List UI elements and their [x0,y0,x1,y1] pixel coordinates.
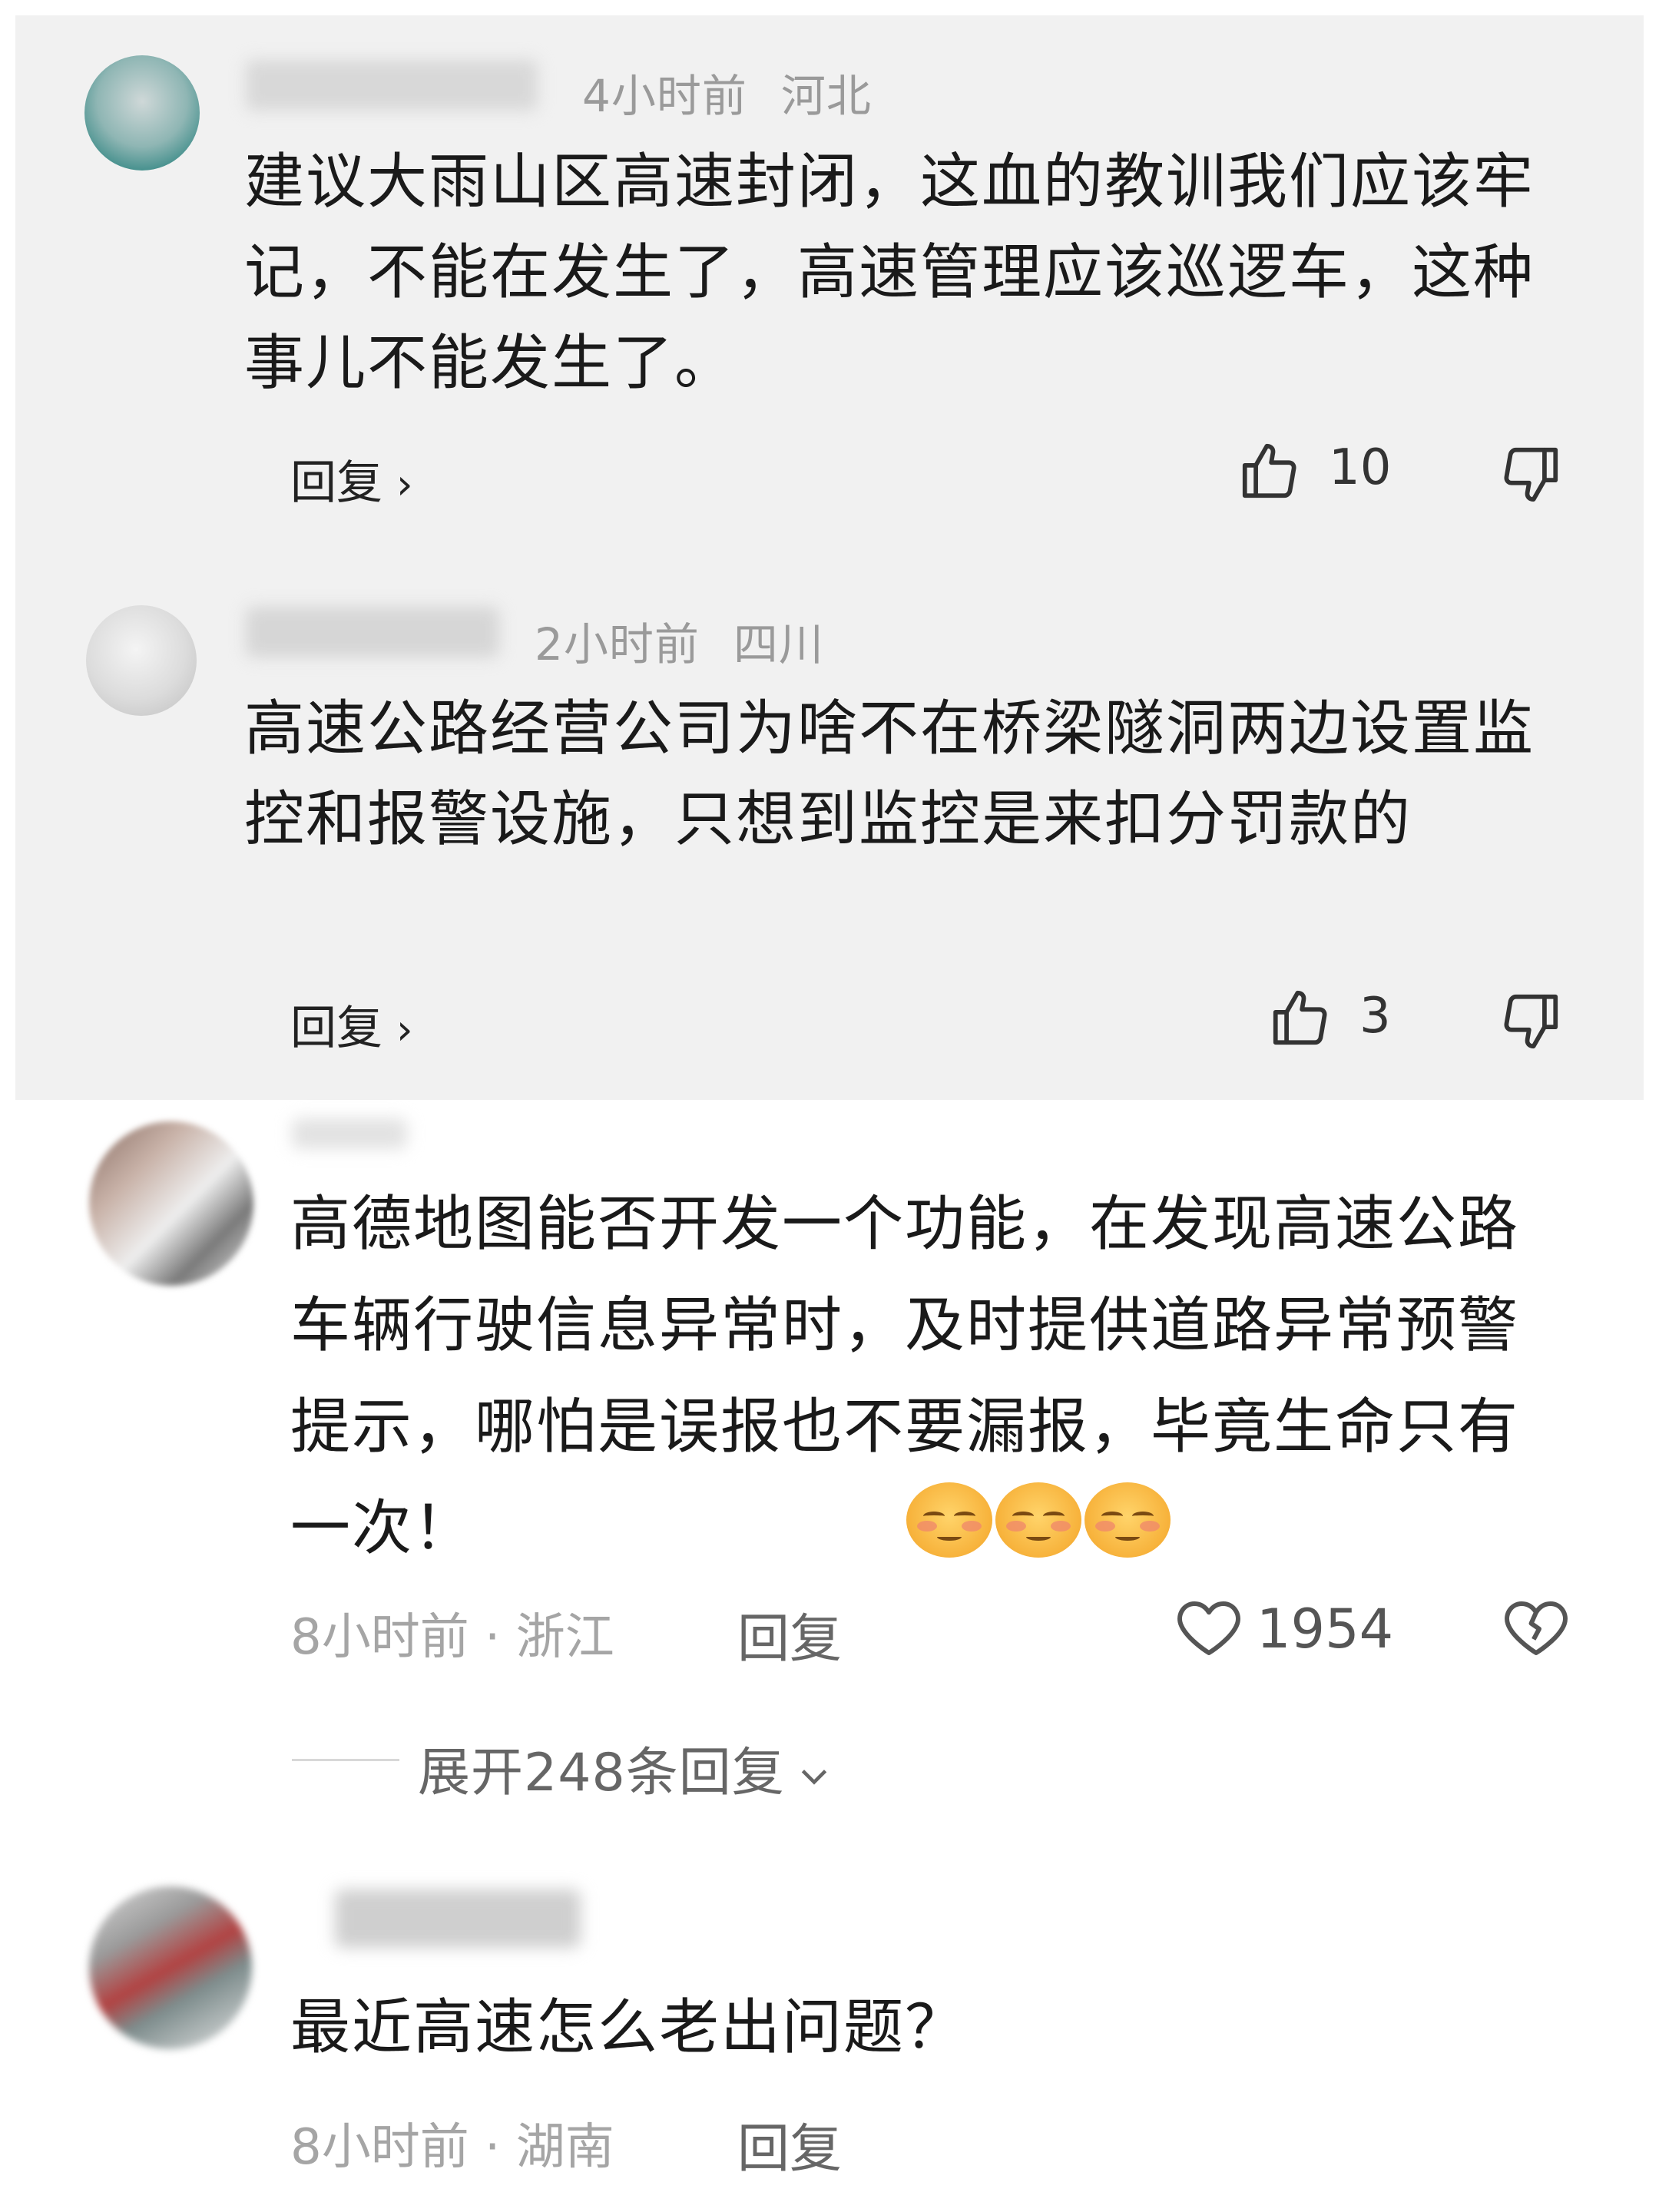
smirk-emoji-icon [906,1482,992,1558]
chevron-right-icon: › [396,1005,413,1054]
avatar[interactable] [89,1886,252,2049]
thumb-down-icon[interactable] [1498,442,1564,508]
expand-replies-button[interactable]: 展开248条回复 [418,1730,837,1806]
like-count: 3 [1359,988,1391,1045]
username-blurred[interactable] [246,60,538,111]
expand-divider [292,1759,399,1761]
reply-button[interactable]: 回复 [737,1596,842,1672]
comment-text: 建议大雨山区高速封闭，这血的教训我们应该牢记，不能在发生了，高速管理应该巡逻车，… [244,147,1535,398]
avatar[interactable] [89,1121,253,1286]
comment-meta: 8小时前 · 浙江 [290,1609,614,1666]
comment-meta: 8小时前 · 湖南 [290,2119,614,2176]
thumb-up-icon[interactable] [1267,985,1333,1051]
avatar[interactable] [84,55,200,171]
username-blurred[interactable] [292,1118,407,1149]
username-blurred[interactable] [335,1889,581,1948]
broken-heart-icon[interactable] [1499,1590,1573,1664]
comment-time: 2小时前 [535,618,700,671]
thumb-down-icon[interactable] [1498,988,1564,1055]
username-blurred[interactable] [246,607,499,657]
smirk-emoji-icon [1084,1482,1171,1558]
comment-text: 最近高速怎么老出问题？ [290,1993,967,2062]
reply-button[interactable]: 回复 › [290,991,413,1058]
comment-location: 河北 [780,70,872,122]
heart-icon[interactable] [1172,1590,1246,1664]
reply-label: 回复 [290,456,382,510]
comment-text: 高速公路经营公司为啥不在桥梁隧洞两边设置监控和报警设施，只想到监控是来扣分罚款的 [244,694,1535,854]
reply-button[interactable]: 回复 › [290,445,413,512]
chevron-right-icon: › [396,460,413,508]
avatar[interactable] [86,605,197,716]
like-count: 10 [1329,439,1392,496]
thumb-up-icon[interactable] [1237,438,1303,504]
comment-meta: 2小时前 四川 [535,608,824,673]
like-count: 1954 [1257,1598,1394,1661]
chevron-down-icon [801,1770,827,1786]
reply-button[interactable]: 回复 [737,2106,842,2182]
comment-location: 四川 [733,618,824,671]
comment-meta: 4小时前 河北 [582,60,872,124]
comment-time: 4小时前 [582,70,747,122]
reply-label: 回复 [290,1002,382,1055]
smirk-emoji-icon [995,1482,1081,1558]
expand-replies-label: 展开248条回复 [418,1743,785,1803]
